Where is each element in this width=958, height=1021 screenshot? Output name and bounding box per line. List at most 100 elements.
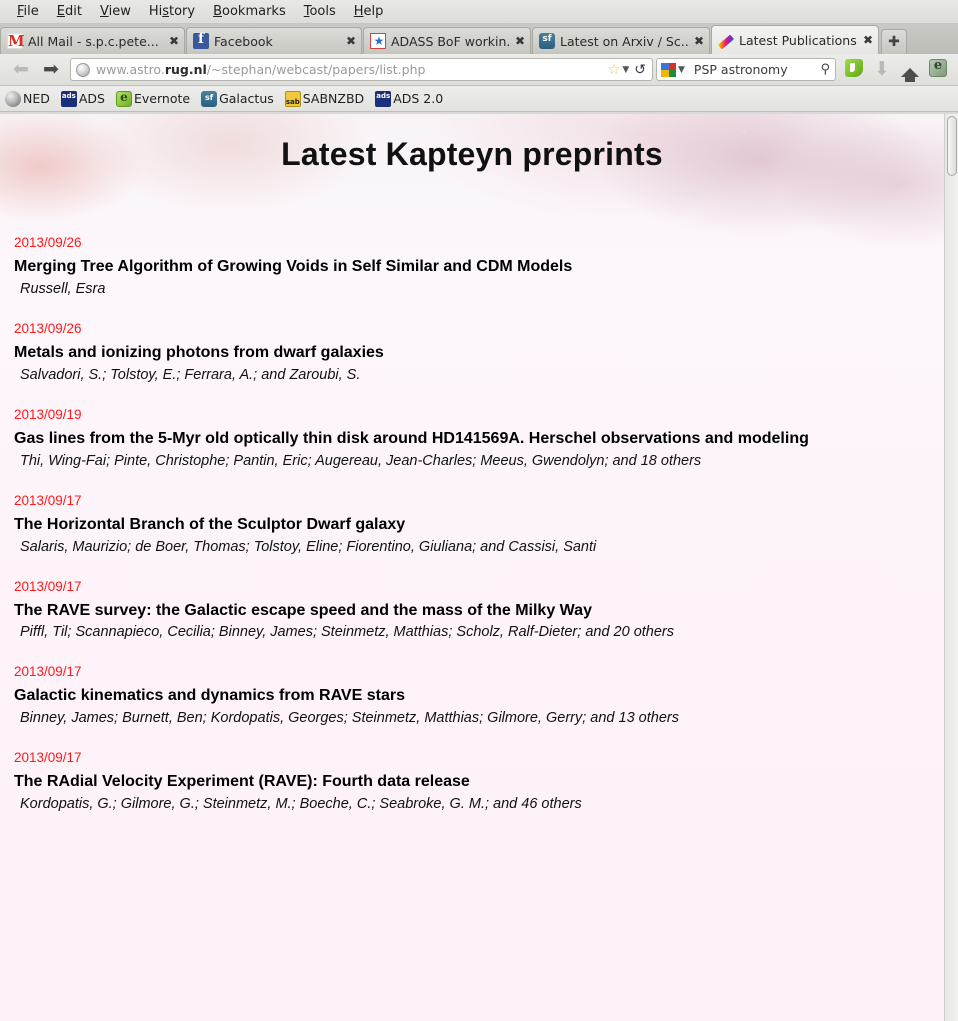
tab-label: ADASS BoF workin... xyxy=(391,33,509,49)
close-icon[interactable]: ✖ xyxy=(346,35,356,47)
page-title: Latest Kapteyn preprints xyxy=(281,136,663,172)
tab-label: Facebook xyxy=(214,33,273,49)
star-icon xyxy=(370,33,387,49)
tab-bar: All Mail - s.p.c.pete...✖Facebook✖ADASS … xyxy=(0,24,958,54)
menu-item-help[interactable]: Help xyxy=(345,2,393,21)
page-viewport: Latest Kapteyn preprints 2013/09/26 Mergi… xyxy=(0,114,958,1021)
bookmark-label: Galactus xyxy=(219,91,274,106)
ads-icon xyxy=(375,90,392,107)
preprint-date: 2013/09/17 xyxy=(14,750,82,766)
bookmark-item[interactable]: NED xyxy=(5,90,50,107)
preprint-authors: Russell, Esra xyxy=(20,280,106,297)
preprint-title[interactable]: The RAVE survey: the Galactic escape spe… xyxy=(14,602,894,621)
pencil-icon xyxy=(717,34,735,50)
search-engine-chevron-icon[interactable]: ▼ xyxy=(678,65,685,75)
vertical-scrollbar[interactable] xyxy=(944,114,958,1021)
menu-item-tools[interactable]: Tools xyxy=(295,2,345,21)
forward-button[interactable]: ➡ xyxy=(36,60,66,79)
preprint-authors: Salvadori, S.; Tolstoy, E.; Ferrara, A.;… xyxy=(20,366,361,383)
downloads-button[interactable]: ⬇ xyxy=(868,60,896,79)
sabnzbd-icon xyxy=(284,90,301,107)
download-icon: ⬇ xyxy=(874,58,890,80)
preprint-title[interactable]: Gas lines from the 5-Myr old optically t… xyxy=(14,430,894,449)
new-tab-button[interactable]: ✚ xyxy=(881,29,907,54)
reload-icon[interactable]: ↺ xyxy=(634,62,646,78)
search-input[interactable]: PSP astronomy xyxy=(694,62,821,77)
search-bar[interactable]: ▼ PSP astronomy ⚲ xyxy=(656,58,836,81)
close-icon[interactable]: ✖ xyxy=(863,34,873,46)
preprint-entry: 2013/09/17 The RAVE survey: the Galactic … xyxy=(14,579,944,641)
menu-item-edit[interactable]: Edit xyxy=(48,2,91,21)
preprint-date: 2013/09/19 xyxy=(14,406,82,422)
preprint-title[interactable]: The RAdial Velocity Experiment (RAVE): F… xyxy=(14,773,894,792)
web-page: Latest Kapteyn preprints 2013/09/26 Mergi… xyxy=(0,114,944,1021)
sourceforge-icon xyxy=(201,90,218,107)
ned-icon xyxy=(5,90,21,107)
evernote-icon xyxy=(929,58,947,77)
browser-tab[interactable]: Facebook ✖ xyxy=(186,27,362,54)
browser-tab[interactable]: ADASS BoF workin... ✖ xyxy=(363,27,531,54)
bookmark-star-icon[interactable]: ☆ xyxy=(608,62,621,78)
address-bar[interactable]: www.astro.rug.nl/~stephan/webcast/papers… xyxy=(70,58,653,81)
close-icon[interactable]: ✖ xyxy=(694,35,704,47)
gmail-icon xyxy=(7,32,24,50)
menu-item-history[interactable]: History xyxy=(140,2,204,21)
google-icon xyxy=(661,62,676,77)
chevron-down-icon[interactable]: ▼ xyxy=(622,65,629,75)
preprint-entry: 2013/09/26 Metals and ionizing photons fr… xyxy=(14,321,944,383)
sourceforge-icon xyxy=(539,33,555,49)
preprint-date: 2013/09/17 xyxy=(14,664,82,680)
browser-tab[interactable]: Latest on Arxiv / Sc... ✖ xyxy=(532,27,710,54)
bookmark-item[interactable]: ADS 2.0 xyxy=(375,90,443,107)
menu-item-bookmarks[interactable]: Bookmarks xyxy=(204,2,295,21)
preprint-entry: 2013/09/17 The Horizontal Branch of the S… xyxy=(14,493,944,555)
bookmark-item[interactable]: ADS xyxy=(60,90,105,107)
menu-item-file[interactable]: File xyxy=(8,2,48,21)
preprint-entry: 2013/09/26 Merging Tree Algorithm of Grow… xyxy=(14,235,944,297)
preprint-list: 2013/09/26 Merging Tree Algorithm of Grow… xyxy=(0,235,944,812)
evernote-icon xyxy=(116,90,132,107)
preprint-authors: Salaris, Maurizio; de Boer, Thomas; Tols… xyxy=(20,538,597,555)
preprint-authors: Kordopatis, G.; Gilmore, G.; Steinmetz, … xyxy=(20,796,582,813)
tab-label: All Mail - s.p.c.pete... xyxy=(28,33,159,49)
url-path: /~stephan/webcast/papers/list.php xyxy=(206,62,426,77)
preprint-title[interactable]: Merging Tree Algorithm of Growing Voids … xyxy=(14,258,894,277)
preprint-authors: Binney, James; Burnett, Ben; Kordopatis,… xyxy=(20,710,679,727)
bookmark-item[interactable]: SABNZBD xyxy=(284,90,364,107)
preprint-date: 2013/09/17 xyxy=(14,492,82,508)
menu-item-view[interactable]: View xyxy=(91,2,140,21)
menu-bar: File Edit View History Bookmarks Tools Help xyxy=(0,0,958,24)
search-icon[interactable]: ⚲ xyxy=(820,62,830,77)
bookmark-label: ADS xyxy=(78,91,105,106)
bookmark-item[interactable]: Galactus xyxy=(201,90,274,107)
preprint-entry: 2013/09/17 Galactic kinematics and dynami… xyxy=(14,664,944,726)
close-icon[interactable]: ✖ xyxy=(169,35,179,47)
bookmark-label: Evernote xyxy=(134,91,191,106)
bookmarks-bar: NED ADS Evernote Galactus SABNZBD ADS 2.0 xyxy=(0,86,958,112)
preprint-title[interactable]: The Horizontal Branch of the Sculptor Dw… xyxy=(14,516,894,535)
preprint-title[interactable]: Metals and ionizing photons from dwarf g… xyxy=(14,344,894,363)
preprint-entry: 2013/09/19 Gas lines from the 5-Myr old o… xyxy=(14,407,944,469)
close-icon[interactable]: ✖ xyxy=(515,35,525,47)
browser-tab[interactable]: Latest Publications ✖ xyxy=(711,25,879,54)
preprint-authors: Thi, Wing-Fai; Pinte, Christophe; Pantin… xyxy=(20,452,702,469)
preprint-title[interactable]: Galactic kinematics and dynamics from RA… xyxy=(14,687,894,706)
url-prefix: www.astro. xyxy=(96,62,165,77)
ads-icon xyxy=(60,90,77,107)
bookmark-label: NED xyxy=(23,91,50,106)
feedly-button[interactable] xyxy=(840,58,868,81)
address-bar-url: www.astro.rug.nl/~stephan/webcast/papers… xyxy=(96,62,604,77)
back-button[interactable]: ⬅ xyxy=(6,60,36,79)
home-button[interactable] xyxy=(896,60,924,82)
scrollbar-thumb[interactable] xyxy=(947,116,957,176)
home-icon xyxy=(901,68,919,82)
preprint-entry: 2013/09/17 The RAdial Velocity Experiment… xyxy=(14,750,944,812)
globe-icon xyxy=(76,62,90,77)
feedly-icon xyxy=(845,58,863,77)
facebook-icon xyxy=(193,31,209,49)
browser-tab[interactable]: All Mail - s.p.c.pete... ✖ xyxy=(0,27,185,54)
bookmark-item[interactable]: Evernote xyxy=(116,90,191,107)
preprint-authors: Piffl, Til; Scannapieco, Cecilia; Binney… xyxy=(20,624,675,641)
tab-label: Latest on Arxiv / Sc... xyxy=(560,33,688,49)
evernote-button[interactable] xyxy=(924,58,952,81)
